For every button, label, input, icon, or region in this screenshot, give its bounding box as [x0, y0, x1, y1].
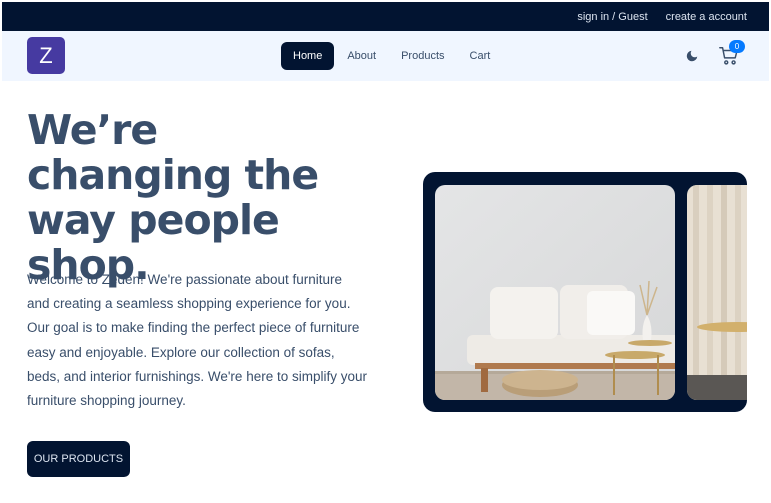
hero-description: Welcome to Zeden! We're passionate about…: [27, 272, 367, 409]
nav-menu: Home About Products Cart: [281, 42, 503, 70]
logo[interactable]: Z: [27, 37, 65, 74]
carousel-image-curtains: [687, 185, 747, 400]
navbar: Z Home About Products Cart 0: [2, 31, 769, 81]
nav-item-home[interactable]: Home: [281, 42, 335, 70]
hero-title: We’re changing the way people shop.: [27, 106, 319, 289]
cart-count-badge: 0: [729, 40, 745, 53]
sign-in-link[interactable]: sign in / Guest: [577, 11, 647, 23]
create-account-link[interactable]: create a account: [666, 11, 747, 23]
carousel-image-sofa: [435, 185, 675, 400]
moon-icon[interactable]: [685, 49, 699, 63]
nav-item-about[interactable]: About: [335, 42, 388, 70]
image-carousel[interactable]: [423, 172, 747, 412]
nav-item-products[interactable]: Products: [389, 42, 456, 70]
our-products-button[interactable]: OUR PRODUCTS: [27, 441, 130, 477]
top-bar: sign in / Guest create a account: [2, 2, 769, 31]
nav-item-cart[interactable]: Cart: [458, 42, 503, 70]
